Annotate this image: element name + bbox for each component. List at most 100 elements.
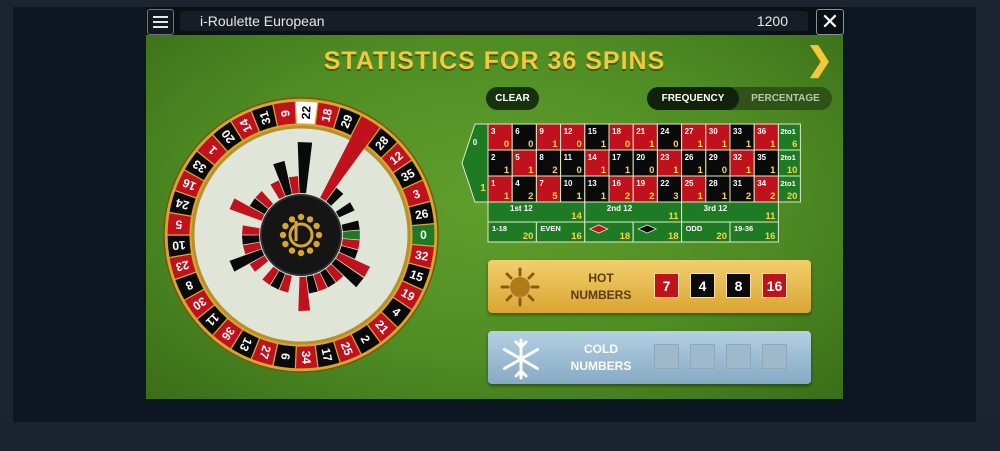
chevron-right-icon: ❯	[806, 41, 833, 77]
cell-number: 19	[636, 179, 645, 188]
cell-number: 27	[685, 127, 694, 136]
cell-count: 6	[792, 139, 797, 150]
cell-count: 0	[577, 165, 582, 176]
game-title: i-Roulette European	[200, 13, 325, 29]
cell-number: 2to1	[780, 179, 795, 188]
close-icon: ✕	[820, 9, 840, 34]
cell-count: 5	[552, 191, 558, 202]
statistics-panel: STATISTICS FOR 36 SPINS ❯ CLEAR FREQUENC…	[146, 35, 843, 399]
cell-count: 1	[601, 139, 607, 150]
cell-count: 18	[620, 231, 631, 242]
cell-count: 1	[698, 165, 704, 176]
cell-count: 11	[765, 211, 776, 222]
cell-count: 1	[698, 139, 704, 150]
cell-count: 1	[722, 191, 728, 202]
cell-number: 4	[515, 179, 520, 188]
cell-count: 1	[746, 165, 752, 176]
hot-numbers-panel: HOT NUMBERS 7 4 8 16	[488, 260, 811, 313]
cell-count: 1	[504, 165, 510, 176]
cell-number: 6	[515, 127, 520, 136]
wheel-number-label: 22	[299, 105, 314, 119]
next-arrow-button[interactable]: ❯	[806, 43, 833, 75]
cell-number: 26	[685, 153, 694, 162]
cell-number: 9	[539, 127, 544, 136]
cell-count: 1	[601, 165, 607, 176]
cell-number: 7	[539, 179, 544, 188]
cell-number: 22	[660, 179, 669, 188]
wheel-number-label: 26	[414, 206, 430, 222]
menu-button[interactable]	[147, 9, 174, 35]
cell-number: 25	[685, 179, 694, 188]
cell-count: 2	[625, 191, 630, 202]
statistics-heading: STATISTICS FOR 36 SPINS	[323, 47, 666, 75]
board-cell-dozen[interactable]	[584, 201, 683, 223]
cell-label: 2nd 12	[607, 204, 633, 213]
cell-number: 14	[588, 153, 597, 162]
cell-number: 1	[491, 179, 496, 188]
cell-number: 12	[564, 127, 573, 136]
hot-number-16: 16	[762, 273, 787, 298]
close-button[interactable]: ✕	[816, 9, 844, 35]
cell-number: 35	[757, 153, 766, 162]
cell-count: 0	[673, 139, 678, 150]
board-cell-dozen[interactable]	[681, 201, 779, 223]
frequency-tab[interactable]: FREQUENCY	[647, 87, 739, 110]
cell-count: 0	[625, 139, 630, 150]
cold-number-slot	[762, 344, 787, 369]
cell-count: 0	[528, 139, 533, 150]
cell-count: 1	[746, 139, 752, 150]
cell-count: 0	[577, 139, 582, 150]
wheel-number-label: 34	[299, 350, 314, 364]
cell-label: 1-18	[492, 224, 507, 233]
cell-count: 0	[722, 165, 727, 176]
wheel-hub	[260, 194, 342, 276]
cell-count: 2	[528, 191, 533, 202]
cell-count: 0	[504, 139, 509, 150]
cell-count: 10	[787, 165, 798, 176]
cell-count: 0	[649, 165, 654, 176]
cell-count: 1	[552, 139, 558, 150]
cell-count: 11	[669, 211, 680, 222]
snowflake-icon	[503, 338, 539, 380]
cell-number: 31	[733, 179, 742, 188]
cell-number: 2to1	[780, 153, 795, 162]
cell-count: 20	[716, 231, 727, 242]
wheel-number-label: 10	[171, 238, 186, 253]
view-toggle: FREQUENCY PERCENTAGE	[647, 87, 832, 110]
hot-number-7: 7	[654, 273, 679, 298]
cell-count: 1	[480, 183, 486, 194]
cell-label: EVEN	[540, 224, 560, 233]
cell-count: 2	[552, 165, 557, 176]
cell-number: 20	[636, 153, 645, 162]
cell-number: 17	[612, 153, 621, 162]
cold-numbers-label: COLD NUMBERS	[570, 342, 632, 373]
cell-count: 1	[698, 191, 704, 202]
cell-count: 3	[673, 191, 678, 202]
cell-label: ODD	[686, 224, 703, 233]
title-field: i-Roulette European 1200	[180, 11, 808, 31]
cell-number: 10	[564, 179, 573, 188]
cell-number: 2	[491, 153, 496, 162]
cell-number: 0	[473, 138, 478, 147]
cell-label: 3rd 12	[704, 204, 728, 213]
cell-count: 2	[746, 191, 751, 202]
cell-count: 1	[770, 165, 776, 176]
balance-value: 1200	[756, 13, 788, 29]
cold-number-slot	[690, 344, 715, 369]
cell-count: 16	[571, 231, 582, 242]
wheel-number-label: 0	[420, 228, 427, 242]
cell-number: 29	[709, 153, 718, 162]
title-bar: i-Roulette European 1200 ✕	[146, 7, 844, 35]
cell-number: 3	[491, 127, 496, 136]
cell-count: 1	[528, 165, 534, 176]
cell-number: 8	[539, 153, 544, 162]
cell-label: 1st 12	[510, 204, 533, 213]
percentage-tab[interactable]: PERCENTAGE	[739, 87, 832, 110]
bottom-bar	[0, 422, 1000, 451]
cell-count: 1	[649, 139, 655, 150]
cell-count: 1	[504, 191, 510, 202]
cell-number: 11	[564, 153, 573, 162]
wheel-number-label: 32	[414, 248, 430, 264]
cold-number-slot	[726, 344, 751, 369]
clear-button[interactable]: CLEAR	[486, 87, 539, 110]
